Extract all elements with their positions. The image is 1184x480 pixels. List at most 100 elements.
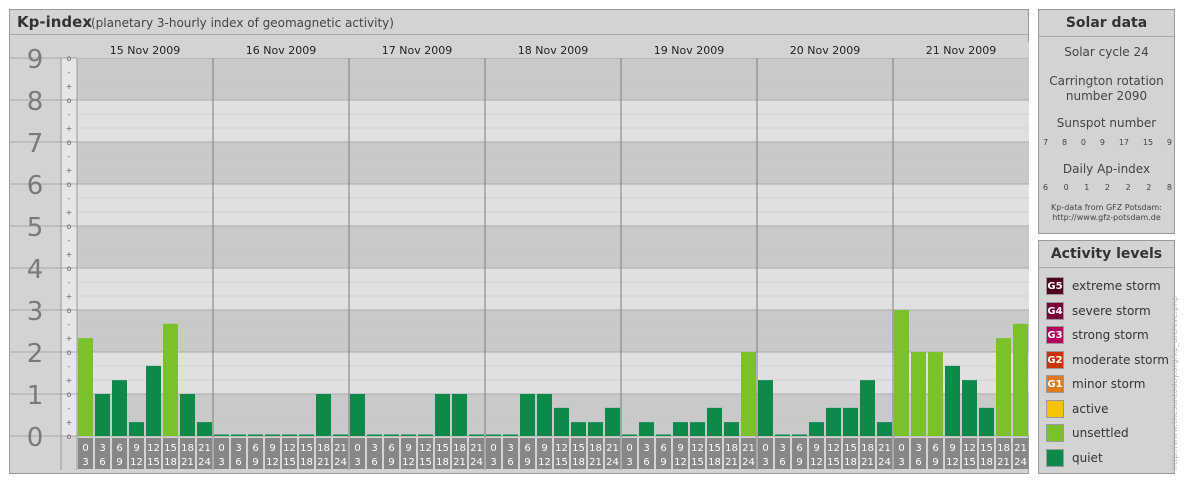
kp-bar (333, 434, 348, 436)
interval-start-label: 9 (541, 443, 547, 454)
interval-start-label: 12 (283, 443, 296, 454)
sub-tick-label: o (67, 96, 72, 105)
y-tick-label: 1 (27, 381, 44, 411)
interval-start-label: 6 (932, 443, 938, 454)
interval-end-label: 12 (538, 457, 551, 468)
sunspot-value: 9 (1099, 138, 1105, 147)
legend-label: quiet (1072, 450, 1103, 465)
interval-end-label: 24 (334, 457, 347, 468)
interval-end-label: 18 (844, 457, 857, 468)
interval-end-label: 9 (388, 457, 394, 468)
y-tick-label: 9 (27, 45, 44, 75)
kp-bar (809, 422, 824, 436)
kp-bar (622, 434, 637, 436)
interval-start-label: 12 (147, 443, 160, 454)
legend-swatch: G2 (1046, 350, 1064, 369)
interval-start-label: 3 (235, 443, 241, 454)
interval-end-label: 24 (470, 457, 483, 468)
sub-tick-label: + (66, 208, 73, 217)
day-label: 15 Nov 2009 (110, 44, 180, 57)
interval-end-label: 21 (317, 457, 330, 468)
interval-start-label: 9 (405, 443, 411, 454)
sub-tick-label: + (66, 250, 73, 259)
interval-end-label: 3 (762, 457, 768, 468)
kp-bar (486, 434, 501, 436)
legend-swatch (1046, 448, 1064, 467)
kp-bar (707, 407, 722, 436)
interval-start-label: 3 (643, 443, 649, 454)
interval-end-label: 9 (796, 457, 802, 468)
kp-bar (435, 394, 450, 436)
kp-bar (95, 394, 110, 436)
interval-start-label: 18 (725, 443, 738, 454)
interval-end-label: 12 (674, 457, 687, 468)
kp-bar (146, 365, 161, 436)
interval-end-label: 24 (198, 457, 211, 468)
interval-start-label: 3 (371, 443, 377, 454)
interval-start-label: 6 (388, 443, 394, 454)
interval-end-label: 18 (980, 457, 993, 468)
kp-bar (554, 407, 569, 436)
kp-bar (775, 434, 790, 436)
sub-tick-label: o (67, 264, 72, 273)
day-header-row: 15 Nov 2009 16 Nov 2009 17 Nov 2009 18 Nov … (77, 42, 1029, 58)
interval-end-label: 3 (354, 457, 360, 468)
kp-bar (384, 434, 399, 436)
interval-start-label: 3 (99, 443, 105, 454)
legend-label: unsettled (1072, 426, 1129, 440)
interval-end-label: 15 (827, 457, 840, 468)
sub-tick-label: - (68, 110, 71, 119)
kp-bar (401, 434, 416, 436)
sub-tick-label: + (66, 418, 73, 427)
interval-end-label: 3 (82, 457, 88, 468)
interval-end-label: 12 (810, 457, 823, 468)
y-tick-label: 6 (27, 171, 44, 201)
interval-end-label: 12 (946, 457, 959, 468)
solar-data-title: Solar data (1039, 10, 1174, 37)
interval-end-label: 6 (235, 457, 241, 468)
sub-tick-label: o (67, 54, 72, 63)
interval-start-label: 12 (419, 443, 432, 454)
sub-tick-label: - (68, 194, 71, 203)
kp-band-1 (77, 352, 1029, 394)
interval-end-label: 15 (147, 457, 160, 468)
interval-end-label: 9 (116, 457, 122, 468)
ap-index-label: Daily Ap-index (1062, 162, 1151, 176)
sunspot-value: 15 (1142, 138, 1154, 147)
interval-end-label: 18 (300, 457, 313, 468)
kp-bar (826, 407, 841, 436)
interval-end-label: 18 (708, 457, 721, 468)
carrington-line2: number 2090 (1065, 89, 1148, 103)
legend-swatch: G5 (1046, 277, 1064, 295)
legend-label: minor storm (1072, 377, 1146, 391)
interval-end-label: 21 (181, 457, 194, 468)
kp-bar (928, 352, 943, 436)
interval-start-label: 9 (133, 443, 139, 454)
interval-start-label: 0 (898, 443, 904, 454)
interval-start-label: 15 (436, 443, 449, 454)
kp-bar (690, 422, 705, 436)
kp-bar (741, 352, 756, 436)
kp-bar (469, 434, 484, 436)
kp-bar (265, 434, 280, 436)
interval-end-label: 21 (589, 457, 602, 468)
sub-tick-label: - (68, 236, 71, 245)
interval-start-label: 6 (524, 443, 530, 454)
kp-bar (214, 434, 229, 436)
day-label: 20 Nov 2009 (790, 44, 860, 57)
kp-band-4 (77, 226, 1029, 268)
interval-start-label: 12 (555, 443, 568, 454)
legend-label: moderate storm (1072, 352, 1169, 367)
kp-bar (724, 422, 739, 436)
ap-index-value: 2 (1146, 183, 1152, 192)
day-label: 21 Nov 2009 (926, 44, 996, 57)
kp-bar (316, 394, 331, 436)
kp-bar (367, 434, 382, 436)
interval-start-label: 12 (827, 443, 840, 454)
source-link[interactable]: http://www.gfz-potsdam.de (1039, 213, 1174, 222)
kp-band-2 (77, 310, 1029, 352)
kp-band-8 (77, 58, 1029, 100)
interval-start-label: 15 (844, 443, 857, 454)
legend-swatch: G1 (1046, 375, 1064, 393)
y-tick-label: 0 (27, 423, 44, 453)
